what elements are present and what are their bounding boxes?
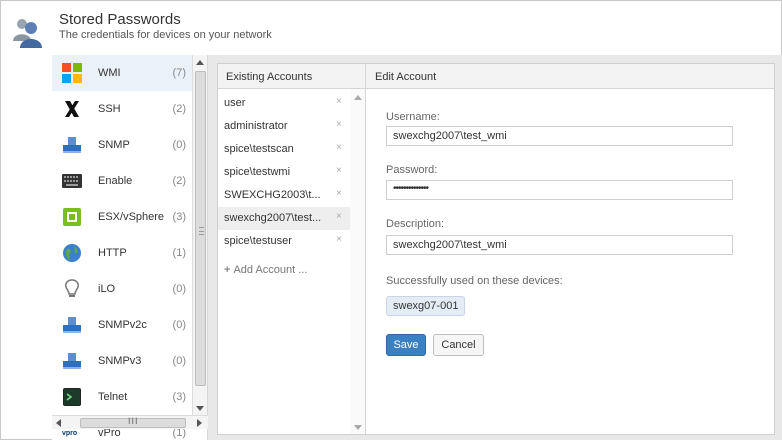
account-item[interactable]: SWEXCHG2003\t... ×	[218, 184, 350, 207]
terminal-icon	[62, 387, 82, 407]
account-label: SWEXCHG2003\t...	[224, 189, 321, 201]
type-count: (0)	[172, 319, 186, 331]
type-count: (1)	[172, 247, 186, 259]
remove-icon[interactable]: ×	[336, 234, 342, 245]
type-label: HTTP	[98, 247, 127, 259]
remove-icon[interactable]: ×	[336, 119, 342, 130]
account-item[interactable]: spice\testwmi ×	[218, 161, 350, 184]
account-item-selected[interactable]: swexchg2007\test... ×	[218, 207, 350, 230]
type-item-esx-vsphere[interactable]: ESX/vSphere (3)	[52, 199, 192, 235]
remove-icon[interactable]: ×	[336, 165, 342, 176]
type-count: (2)	[172, 103, 186, 115]
account-label: swexchg2007\test...	[224, 212, 322, 224]
add-account-label: Add Account ...	[233, 264, 308, 276]
save-button[interactable]: Save	[386, 334, 426, 356]
account-label: spice\testuser	[224, 235, 292, 247]
type-count: (2)	[172, 175, 186, 187]
password-field[interactable]: ••••••••••••••	[386, 180, 733, 200]
account-label: user	[224, 97, 246, 109]
type-item-wmi[interactable]: WMI (7)	[52, 55, 192, 91]
password-label: Password:	[386, 164, 438, 176]
remove-icon[interactable]: ×	[336, 142, 342, 153]
panel-header: Existing Accounts Edit Account	[218, 64, 774, 89]
type-label: ESX/vSphere	[98, 211, 165, 223]
type-item-ilo[interactable]: iLO (0)	[52, 271, 192, 307]
type-item-enable[interactable]: Enable (2)	[52, 163, 192, 199]
type-label: Telnet	[98, 391, 128, 403]
remove-icon[interactable]: ×	[336, 96, 342, 107]
account-item[interactable]: spice\testuser ×	[218, 230, 350, 253]
account-label: administrator	[224, 120, 288, 132]
type-count: (0)	[172, 283, 186, 295]
type-item-snmpv3[interactable]: SNMPv3 (0)	[52, 343, 192, 379]
edit-account-header: Edit Account	[375, 71, 437, 83]
scroll-up-icon[interactable]	[196, 60, 204, 65]
add-account-link[interactable]: + Add Account ...	[224, 264, 307, 276]
account-item[interactable]: user ×	[218, 92, 350, 115]
type-item-http[interactable]: HTTP (1)	[52, 235, 192, 271]
scrollbar-thumb[interactable]	[195, 71, 206, 386]
existing-accounts-header: Existing Accounts	[226, 71, 313, 83]
plus-icon: +	[224, 264, 231, 276]
page-title: Stored Passwords	[59, 11, 181, 28]
network-printer-icon	[62, 351, 82, 371]
keyboard-icon	[62, 171, 82, 191]
type-count: (0)	[172, 355, 186, 367]
account-item[interactable]: spice\testscan ×	[218, 138, 350, 161]
network-printer-icon	[62, 315, 82, 335]
grip-icon: III	[128, 416, 139, 426]
type-label: SNMPv2c	[98, 319, 147, 331]
type-label: SSH	[98, 103, 121, 115]
credential-type-list: WMI (7) SSH (2) SNMP (0) Enable (2) ESX/…	[52, 55, 208, 440]
users-icon	[13, 19, 42, 48]
lightbulb-icon	[62, 279, 82, 299]
accounts-scrollbar[interactable]	[350, 89, 365, 434]
type-count: (7)	[172, 67, 186, 79]
type-label: Enable	[98, 175, 133, 187]
type-item-snmpv2c[interactable]: SNMPv2c (0)	[52, 307, 192, 343]
username-label: Username:	[386, 111, 440, 123]
globe-icon	[62, 243, 82, 263]
type-count: (3)	[172, 211, 186, 223]
scroll-left-icon[interactable]	[56, 419, 61, 427]
accounts-panel: Existing Accounts Edit Account user × ad…	[217, 63, 775, 435]
vmware-icon	[62, 207, 82, 227]
type-label: WMI	[98, 67, 121, 79]
used-on-label: Successfully used on these devices:	[386, 275, 563, 287]
windows-icon	[62, 63, 82, 83]
stored-passwords-window: Stored Passwords The credentials for dev…	[0, 0, 782, 440]
type-count: (0)	[172, 139, 186, 151]
description-field[interactable]: swexchg2007\test_wmi	[386, 235, 733, 255]
network-printer-icon	[62, 135, 82, 155]
cancel-button[interactable]: Cancel	[433, 334, 484, 356]
account-label: spice\testwmi	[224, 166, 291, 178]
existing-accounts-list: user × administrator × spice\testscan × …	[218, 89, 365, 434]
hscrollbar-thumb[interactable]: III	[80, 416, 186, 428]
type-list-scrollbar[interactable]	[192, 55, 207, 415]
type-item-telnet[interactable]: Telnet (3)	[52, 379, 192, 415]
scroll-down-icon[interactable]	[196, 406, 204, 411]
account-item[interactable]: administrator ×	[218, 115, 350, 138]
account-label: spice\testscan	[224, 143, 294, 155]
scroll-up-icon[interactable]	[354, 95, 362, 100]
description-label: Description:	[386, 218, 445, 230]
device-chip[interactable]: swexg07-001	[386, 296, 466, 316]
username-field[interactable]: swexchg2007\test_wmi	[386, 126, 733, 146]
type-label: iLO	[98, 283, 116, 295]
remove-icon[interactable]: ×	[336, 211, 342, 222]
edit-account-form: Username: swexchg2007\test_wmi Password:…	[366, 89, 774, 434]
svg-text:vpro: vpro	[62, 430, 77, 437]
remove-icon[interactable]: ×	[336, 188, 342, 199]
type-item-ssh[interactable]: SSH (2)	[52, 91, 192, 127]
page-subtitle: The credentials for devices on your netw…	[59, 29, 272, 41]
scroll-down-icon[interactable]	[354, 425, 362, 430]
scroll-right-icon[interactable]	[197, 419, 202, 427]
type-list-hscrollbar[interactable]: III	[52, 415, 208, 429]
type-item-snmp[interactable]: SNMP (0)	[52, 127, 192, 163]
type-count: (3)	[172, 391, 186, 403]
type-label: SNMP	[98, 139, 130, 151]
type-label: SNMPv3	[98, 355, 142, 367]
grip-icon	[199, 227, 204, 235]
ssh-icon	[62, 99, 82, 119]
